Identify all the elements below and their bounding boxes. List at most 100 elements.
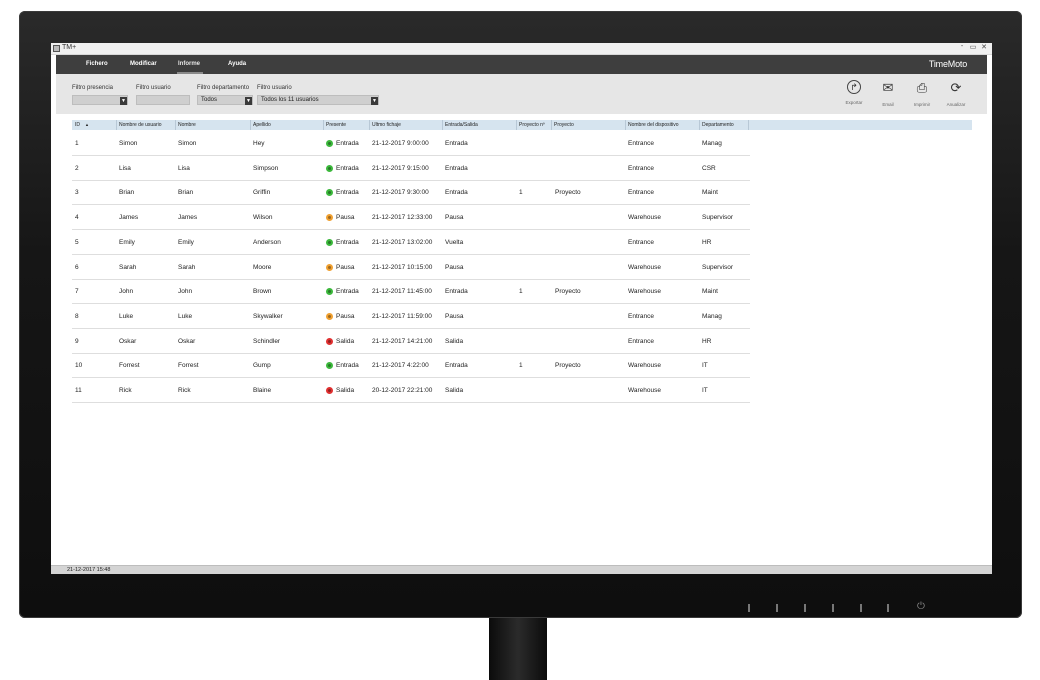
presence-filter-label: Filtro presencia: [72, 85, 114, 91]
table-row[interactable]: 9 Oskar Oskar Schindler Salida 21-12-2017 14:…: [72, 329, 750, 354]
column-header[interactable]: Nombre de usuario: [119, 122, 162, 128]
column-separator[interactable]: [699, 120, 700, 130]
column-separator[interactable]: [516, 120, 517, 130]
table-row[interactable]: 2 Lisa Lisa Simpson Entrada 21-12-2017 9:15:0…: [72, 156, 750, 181]
table-cell: 21-12-2017 9:30:00: [372, 189, 429, 197]
table-row[interactable]: 6 Sarah Sarah Moore Pausa 21-12-2017 10:15:00…: [72, 255, 750, 280]
export-button[interactable]: ↱ Exportar: [839, 80, 869, 105]
column-header[interactable]: Nombre del dispositivo: [628, 122, 679, 128]
column-header[interactable]: Apellido: [253, 122, 271, 128]
app-icon: [53, 45, 60, 52]
menu-fichero[interactable]: Fichero: [86, 61, 108, 67]
column-header[interactable]: Entrada/Salida: [445, 122, 478, 128]
table-cell: James: [178, 214, 198, 222]
department-filter-select[interactable]: Todos ▼: [197, 95, 253, 105]
envelope-icon: ✉: [882, 80, 894, 95]
column-header[interactable]: Nombre: [178, 122, 196, 128]
column-header[interactable]: Proyecto: [554, 122, 574, 128]
table-cell: Sarah: [119, 263, 137, 271]
column-header[interactable]: Departamento: [702, 122, 734, 128]
table-cell: Forrest: [178, 362, 199, 370]
print-button[interactable]: ⎙ Imprimir: [907, 80, 937, 107]
refresh-icon: ⟳: [950, 80, 962, 95]
presence-filter-select[interactable]: ▼: [72, 95, 128, 105]
dropdown-arrow-icon[interactable]: ▼: [245, 97, 252, 105]
table-row[interactable]: 1 Simon Simon Hey Entrada 21-12-2017 9:00:00 E…: [72, 131, 750, 156]
minimize-button[interactable]: -: [957, 43, 967, 50]
table-cell: Simpson: [253, 164, 279, 172]
table-cell: Anderson: [253, 238, 281, 246]
table-cell: HR: [702, 337, 712, 345]
user-select-value: Todos los 11 usuarios: [261, 97, 319, 103]
status-datetime: 21-12-2017 15:48: [67, 567, 111, 573]
dropdown-arrow-icon[interactable]: ▼: [120, 97, 127, 105]
column-header[interactable]: Proyecto nº: [519, 122, 545, 128]
table-cell: 8: [75, 312, 79, 320]
table-cell: Schindler: [253, 337, 281, 345]
column-separator[interactable]: [551, 120, 552, 130]
table-cell: Warehouse: [628, 362, 661, 370]
presence-status-icon: [326, 337, 333, 345]
print-label: Imprimir: [913, 102, 931, 107]
table-row[interactable]: 10 Forrest Forrest Gump Entrada 21-12-2017 4:…: [72, 353, 750, 379]
refresh-button[interactable]: ⟳ Anualizar: [941, 80, 971, 107]
column-separator[interactable]: [116, 120, 117, 130]
user-filter-input[interactable]: [136, 95, 190, 105]
maximize-button[interactable]: ▭: [968, 43, 978, 51]
column-separator[interactable]: [250, 120, 251, 130]
table-cell: Blaine: [253, 387, 272, 394]
table-cell: 21-12-2017 9:15:00: [372, 164, 429, 172]
presence-status-icon: [326, 263, 333, 271]
email-label: Email: [882, 102, 894, 107]
table-row[interactable]: 5 Emily Emily Anderson Entrada 21-12-2017 13:…: [72, 230, 750, 255]
table-cell: Entrada: [445, 164, 468, 172]
column-separator[interactable]: [748, 120, 749, 130]
table-cell: 4: [75, 214, 79, 222]
column-header[interactable]: Ultmo fichaje: [372, 122, 401, 128]
table-cell: Entrada: [445, 140, 468, 147]
table-cell: Simon: [178, 140, 197, 147]
table-cell: Wilson: [253, 214, 273, 222]
column-separator[interactable]: [625, 120, 626, 130]
menu-informe[interactable]: Informe: [178, 61, 200, 67]
table-row[interactable]: 4 James James Wilson Pausa 21-12-2017 12:33:0…: [72, 205, 750, 231]
table-row[interactable]: 3 Brian Brian Griffin Entrada 21-12-2017 9:30…: [72, 180, 750, 206]
user-filter-label: Filtro usuario: [136, 85, 171, 91]
table-cell: 6: [75, 263, 79, 271]
timemoto-logo: TimeMoto: [928, 59, 967, 69]
table-cell: Proyecto: [555, 362, 581, 370]
dropdown-arrow-icon[interactable]: ▼: [371, 97, 378, 105]
table-cell: Maint: [702, 189, 718, 197]
column-header[interactable]: ID: [75, 122, 80, 128]
table-cell: Salida: [336, 337, 355, 345]
monitor-stand: [489, 618, 547, 680]
table-cell: Entrada: [336, 288, 359, 296]
table-cell: Moore: [253, 263, 272, 271]
column-header[interactable]: Presente: [326, 122, 346, 128]
column-separator[interactable]: [175, 120, 176, 130]
column-separator[interactable]: [323, 120, 324, 130]
table-row[interactable]: 8 Luke Luke Skywalker Pausa 21-12-2017 11:59:…: [72, 304, 750, 329]
user-select-dropdown[interactable]: Todos los 11 usuarios ▼: [257, 95, 379, 105]
table-cell: 21-12-2017 12:33:00: [372, 214, 433, 222]
export-label: Exportar: [845, 100, 863, 105]
column-separator[interactable]: [369, 120, 370, 130]
table-cell: Salida: [445, 337, 464, 345]
close-button[interactable]: ✕: [979, 43, 989, 51]
table-cell: Pausa: [336, 214, 355, 222]
table-cell: 21-12-2017 11:45:00: [372, 288, 432, 296]
title-bar: TM+ - ▭ ✕: [51, 43, 992, 55]
table-cell: Vuelta: [445, 238, 464, 246]
menu-ayuda[interactable]: Ayuda: [228, 61, 246, 67]
menu-modificar[interactable]: Modificar: [130, 61, 157, 67]
email-button[interactable]: ✉ Email: [873, 80, 903, 107]
table-row[interactable]: 11 Rick Rick Blaine Salida 20-12-2017 22:21:0…: [72, 378, 750, 403]
table-cell: Warehouse: [628, 214, 661, 222]
table-cell: Entrada: [336, 140, 359, 147]
column-separator[interactable]: [442, 120, 443, 130]
presence-status-icon: [326, 387, 333, 394]
table-cell: 21-12-2017 9:00:00: [372, 140, 429, 147]
table-row[interactable]: 7 John John Brown Entrada 21-12-2017 11:45:00…: [72, 279, 750, 305]
table-cell: Entrance: [628, 238, 655, 246]
table-cell: Pausa: [336, 312, 355, 320]
